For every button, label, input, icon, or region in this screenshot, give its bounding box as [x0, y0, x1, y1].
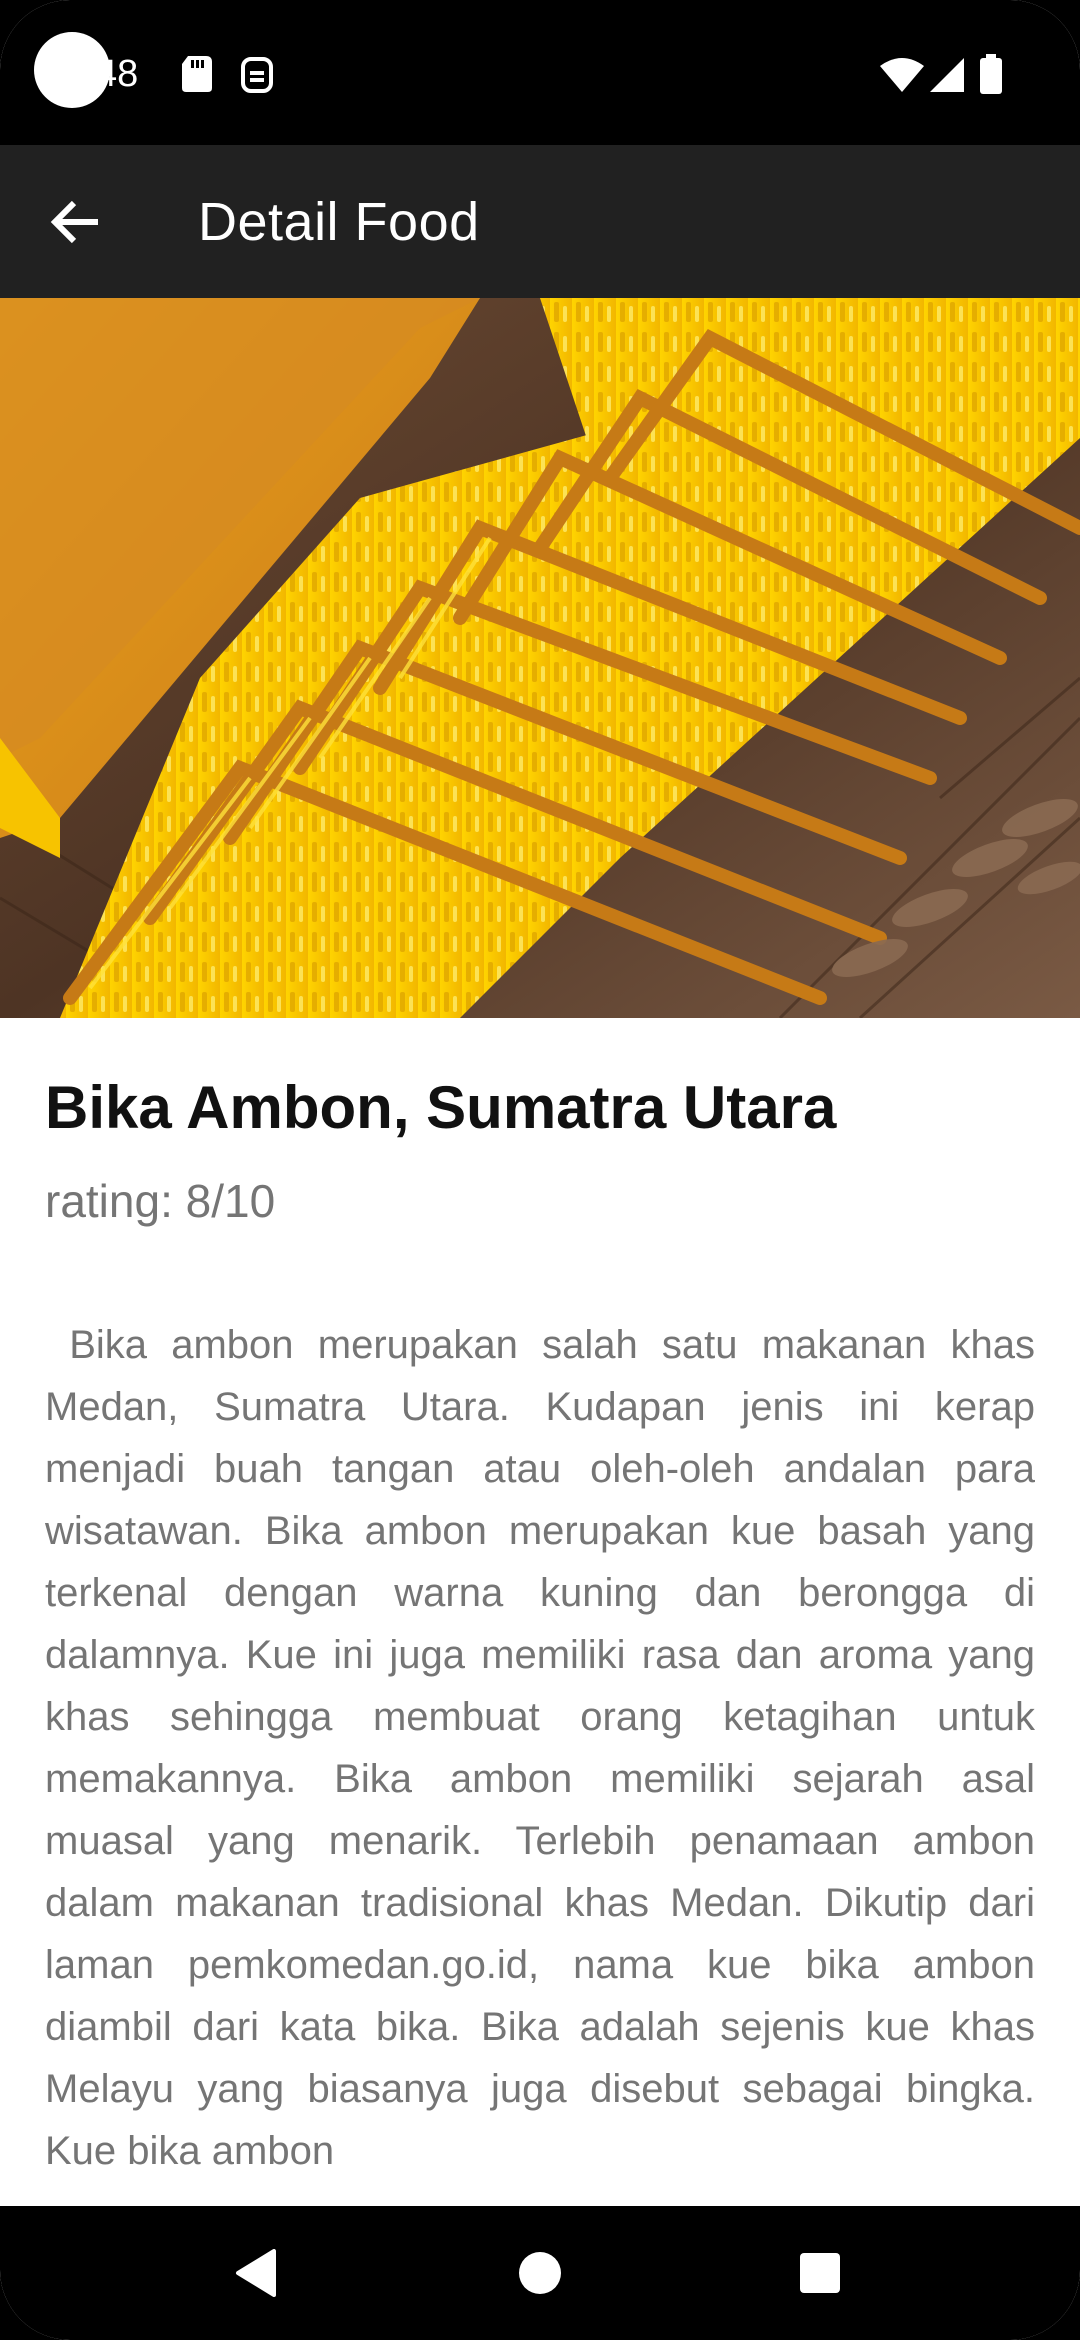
page-title: Detail Food [198, 192, 480, 252]
device-screen: 48 Detail Food Bika Ambon, Sumatra Utara… [0, 0, 1080, 2340]
bika-ambon-illustration [0, 298, 1080, 1018]
nav-recents-button[interactable] [760, 2206, 880, 2340]
back-button[interactable] [30, 177, 120, 267]
food-title: Bika Ambon, Sumatra Utara [45, 1074, 837, 1141]
nav-back-button[interactable] [196, 2206, 316, 2340]
food-description: Bika ambon merupakan salah satu makanan … [45, 1323, 1047, 2173]
nav-home-button[interactable] [480, 2206, 600, 2340]
system-nav-bar [0, 2206, 1080, 2340]
home-circle-icon [519, 2252, 561, 2294]
back-triangle-icon [236, 2249, 276, 2297]
status-time: 48 [96, 53, 139, 95]
food-image [0, 298, 1080, 1018]
battery-icon [980, 54, 1002, 99]
arrow-back-icon [50, 200, 98, 244]
app-notification-icon [240, 56, 274, 99]
app-bar: Detail Food [0, 145, 1080, 298]
status-bar: 48 [0, 0, 1080, 145]
sd-card-icon [182, 56, 212, 97]
food-rating: rating: 8/10 [45, 1175, 276, 1227]
food-detail-content: Bika Ambon, Sumatra Utara rating: 8/10 B… [45, 1018, 1035, 2182]
recents-square-icon [800, 2253, 840, 2293]
wifi-icon [880, 58, 924, 97]
signal-icon [930, 58, 964, 97]
